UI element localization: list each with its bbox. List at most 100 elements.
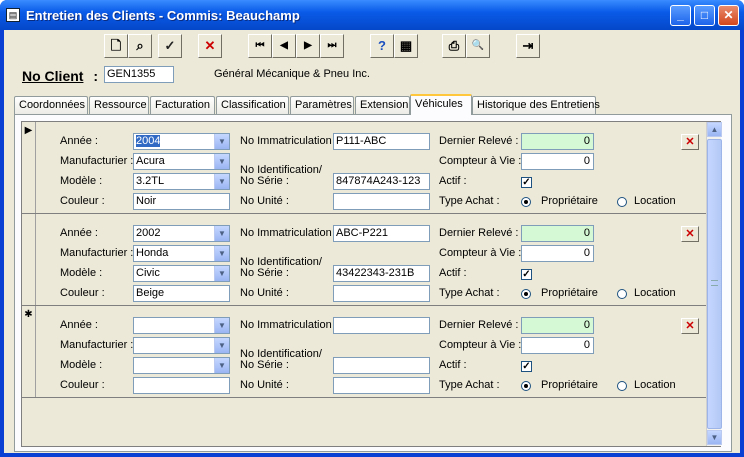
tab-vehicules[interactable]: Véhicules <box>410 94 472 115</box>
find-binoculars-button[interactable]: ⌕ <box>128 34 152 58</box>
compteur-vie-field[interactable]: 0 <box>521 245 594 262</box>
window-client-area: 🗋 ⌕ ✓ ✕ ⏮ ◀ ▶ ⏭ ? ▦ ⎙ 🔍 ⇥ No Client : GE… <box>4 30 740 453</box>
delete-record-button[interactable]: ✕ <box>681 226 699 242</box>
no-immatriculation-label: No Immatriculation : <box>240 135 338 147</box>
tab-extension[interactable]: Extension <box>355 96 410 114</box>
manufacturier-combo[interactable]: Honda ▼ <box>133 245 230 262</box>
no-unite-field[interactable] <box>333 193 430 210</box>
no-serie-label: No Série : <box>240 267 289 279</box>
delete-record-button[interactable]: ✕ <box>681 318 699 334</box>
delete-record-button[interactable]: ✕ <box>681 134 699 150</box>
actif-checkbox[interactable]: ✓ <box>521 361 532 372</box>
minimize-button[interactable]: _ <box>670 5 691 26</box>
grip-icon <box>711 280 718 286</box>
no-immatriculation-field[interactable]: P111-ABC <box>333 133 430 150</box>
no-immatriculation-field[interactable] <box>333 317 430 334</box>
annee-label: Année : <box>60 135 98 147</box>
no-unite-field[interactable] <box>333 377 430 394</box>
proprietaire-label: Propriétaire <box>541 287 598 299</box>
couleur-field[interactable]: Beige <box>133 285 230 302</box>
next-record-button[interactable]: ▶ <box>296 34 320 58</box>
chevron-down-icon[interactable]: ▼ <box>214 154 229 169</box>
no-unite-field[interactable] <box>333 285 430 302</box>
dernier-releve-field[interactable]: 0 <box>521 225 594 242</box>
annee-value: 2004 <box>136 135 161 147</box>
no-serie-field[interactable]: 43422343-231B <box>333 265 430 282</box>
manufacturier-combo[interactable]: Acura ▼ <box>133 153 230 170</box>
record-selector-current-icon[interactable]: ▶ <box>22 122 36 213</box>
annee-combo[interactable]: ▼ <box>133 317 230 334</box>
scroll-thumb[interactable] <box>707 139 722 429</box>
compteur-vie-field[interactable]: 0 <box>521 337 594 354</box>
chevron-down-icon[interactable]: ▼ <box>214 226 229 241</box>
new-record-asterisk-icon[interactable]: ✱ <box>22 306 36 397</box>
proprietaire-radio[interactable] <box>521 381 531 391</box>
cancel-button[interactable]: ✕ <box>198 34 222 58</box>
actif-checkbox[interactable]: ✓ <box>521 269 532 280</box>
vertical-scrollbar[interactable]: ▲ ▼ <box>706 122 722 446</box>
couleur-label: Couleur : <box>60 379 105 391</box>
no-immatriculation-field[interactable]: ABC-P221 <box>333 225 430 242</box>
print-preview-button[interactable]: 🔍 <box>466 34 490 58</box>
actif-checkbox[interactable]: ✓ <box>521 177 532 188</box>
vehicle-record-2: Année : Manufacturier : Modèle : Couleur… <box>22 214 707 306</box>
client-number-label: No Client : <box>22 68 98 84</box>
couleur-field[interactable]: Noir <box>133 193 230 210</box>
chevron-down-icon[interactable]: ▼ <box>214 338 229 353</box>
chevron-down-icon[interactable]: ▼ <box>214 358 229 373</box>
help-button[interactable]: ? <box>370 34 394 58</box>
dernier-releve-field[interactable]: 0 <box>521 133 594 150</box>
location-radio[interactable] <box>617 381 627 391</box>
type-achat-label: Type Achat : <box>439 287 500 299</box>
couleur-field[interactable] <box>133 377 230 394</box>
tab-facturation[interactable]: Facturation <box>150 96 215 114</box>
tab-coordonnees[interactable]: Coordonnées <box>14 96 88 114</box>
maximize-button[interactable]: □ <box>694 5 715 26</box>
first-record-button[interactable]: ⏮ <box>248 34 272 58</box>
print-button[interactable]: ⎙ <box>442 34 466 58</box>
annee-combo[interactable]: 2004 ▼ <box>133 133 230 150</box>
modele-combo[interactable]: Civic ▼ <box>133 265 230 282</box>
chevron-down-icon[interactable]: ▼ <box>214 266 229 281</box>
no-serie-field[interactable]: 847874A243-123 <box>333 173 430 190</box>
tab-parametres[interactable]: Paramètres <box>290 96 354 114</box>
proprietaire-radio[interactable] <box>521 289 531 299</box>
calculator-button[interactable]: ▦ <box>394 34 418 58</box>
client-number-field[interactable]: GEN1355 <box>104 66 174 83</box>
proprietaire-radio[interactable] <box>521 197 531 207</box>
annee-combo[interactable]: 2002 ▼ <box>133 225 230 242</box>
chevron-down-icon[interactable]: ▼ <box>214 174 229 189</box>
save-checkmark-button[interactable]: ✓ <box>158 34 182 58</box>
modele-combo[interactable]: 3.2TL ▼ <box>133 173 230 190</box>
modele-value: Civic <box>136 267 160 279</box>
last-record-button[interactable]: ⏭ <box>320 34 344 58</box>
exit-door-button[interactable]: ⇥ <box>516 34 540 58</box>
vehicle-record-new: ✱ Année : Manufacturier : Modèle : Coule… <box>22 306 707 398</box>
vehicles-subform: ▶ Année : Manufacturier : Modèle : Coule… <box>21 121 722 447</box>
chevron-down-icon[interactable]: ▼ <box>214 246 229 261</box>
manufacturier-combo[interactable]: ▼ <box>133 337 230 354</box>
tab-historique-entretiens[interactable]: Historique des Entretiens <box>472 96 600 114</box>
tab-classification[interactable]: Classification <box>216 96 289 114</box>
chevron-down-icon[interactable]: ▼ <box>214 318 229 333</box>
previous-record-button[interactable]: ◀ <box>272 34 296 58</box>
chevron-down-icon[interactable]: ▼ <box>214 134 229 149</box>
modele-combo[interactable]: ▼ <box>133 357 230 374</box>
compteur-vie-label: Compteur à Vie : <box>439 155 522 167</box>
manufacturier-label: Manufacturier : <box>60 155 134 167</box>
record-selector[interactable] <box>22 214 36 305</box>
compteur-vie-field[interactable]: 0 <box>521 153 594 170</box>
no-serie-field[interactable] <box>333 357 430 374</box>
proprietaire-label: Propriétaire <box>541 195 598 207</box>
title-bar[interactable]: ▤ Entretien des Clients - Commis: Beauch… <box>0 0 744 30</box>
location-label: Location <box>634 379 676 391</box>
close-button[interactable]: ✕ <box>718 5 739 26</box>
location-radio[interactable] <box>617 197 627 207</box>
type-achat-label: Type Achat : <box>439 195 500 207</box>
scroll-up-button[interactable]: ▲ <box>707 122 722 137</box>
location-radio[interactable] <box>617 289 627 299</box>
new-record-button[interactable]: 🗋 <box>104 34 128 58</box>
tab-ressource[interactable]: Ressource <box>89 96 149 114</box>
scroll-down-button[interactable]: ▼ <box>707 430 722 445</box>
dernier-releve-field[interactable]: 0 <box>521 317 594 334</box>
